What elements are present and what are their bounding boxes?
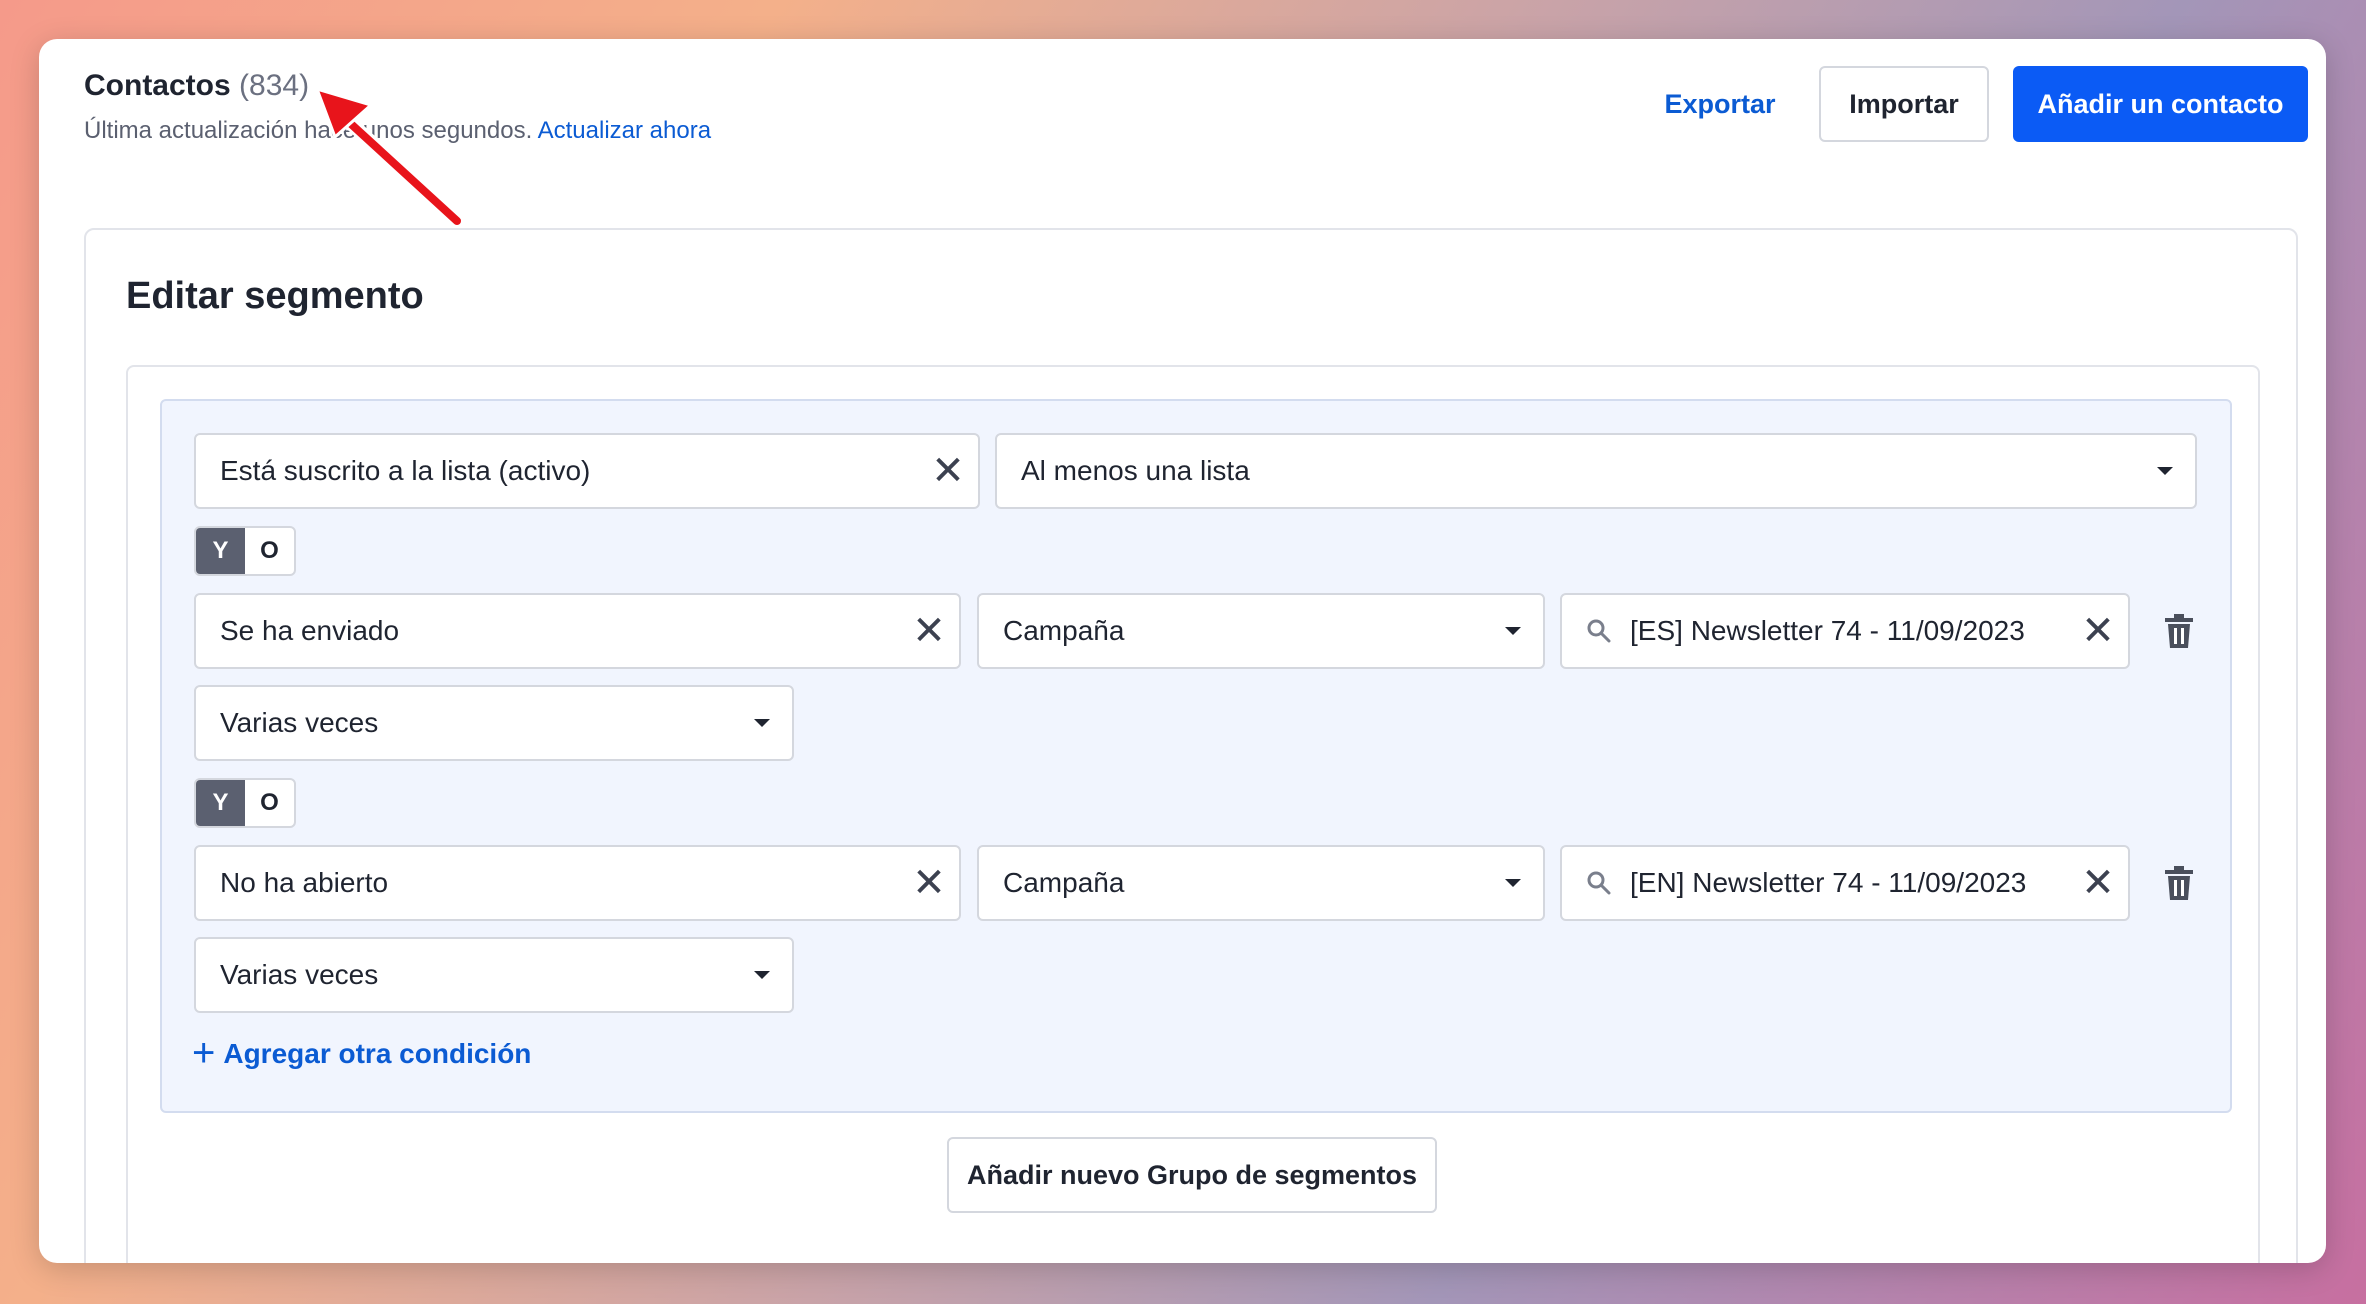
add-condition-label: Agregar otra condición bbox=[223, 1037, 532, 1069]
campaign-search-2[interactable]: [ES] Newsletter 74 - 11/09/2023 ✕ bbox=[1560, 593, 2130, 669]
type-dropdown-2[interactable]: Campaña bbox=[977, 593, 1545, 669]
condition-value-2: Se ha enviado bbox=[220, 615, 400, 646]
trash-icon[interactable] bbox=[2159, 863, 2199, 903]
export-button[interactable]: Exportar bbox=[1635, 66, 1805, 142]
condition-select-2[interactable]: Se ha enviado ✕ bbox=[194, 593, 961, 669]
toggle-or-2[interactable]: O bbox=[245, 780, 294, 826]
toggle-or-1[interactable]: O bbox=[245, 528, 294, 574]
search-icon bbox=[1586, 618, 1616, 644]
condition-value-3: No ha abierto bbox=[220, 867, 389, 898]
type-value-3: Campaña bbox=[1003, 867, 1125, 898]
contacts-count: (834) bbox=[239, 69, 310, 102]
frequency-dropdown-3[interactable]: Varias veces bbox=[194, 937, 794, 1013]
clear-condition-1-icon[interactable]: ✕ bbox=[918, 448, 978, 494]
toggle-and-1[interactable]: Y bbox=[196, 528, 245, 574]
segment-group-container: Está suscrito a la lista (activo) ✕ Al m… bbox=[126, 365, 2260, 1263]
condition-select-3[interactable]: No ha abierto ✕ bbox=[194, 845, 961, 921]
toggle-and-2[interactable]: Y bbox=[196, 780, 245, 826]
search-icon bbox=[1586, 870, 1616, 896]
list-option-dropdown[interactable]: Al menos una lista bbox=[995, 433, 2197, 509]
condition-select-1[interactable]: Está suscrito a la lista (activo) ✕ bbox=[194, 433, 980, 509]
clear-campaign-2-icon[interactable]: ✕ bbox=[2068, 608, 2128, 654]
campaign-value-3: [EN] Newsletter 74 - 11/09/2023 bbox=[1630, 867, 2027, 898]
segment-group: Está suscrito a la lista (activo) ✕ Al m… bbox=[160, 399, 2232, 1113]
annotation-arrow-icon bbox=[314, 86, 464, 228]
page-title-text: Contactos bbox=[84, 69, 231, 102]
type-value-2: Campaña bbox=[1003, 615, 1125, 646]
add-condition-link[interactable]: + Agregar otra condición bbox=[192, 1031, 531, 1076]
and-or-toggle-2[interactable]: Y O bbox=[194, 778, 296, 828]
plus-icon: + bbox=[192, 1031, 216, 1075]
chevron-down-icon bbox=[732, 971, 792, 979]
frequency-value-3: Varias veces bbox=[220, 959, 379, 990]
clear-campaign-3-icon[interactable]: ✕ bbox=[2068, 860, 2128, 906]
add-contact-button[interactable]: Añadir un contacto bbox=[2013, 66, 2308, 142]
page-title: Contactos (834) bbox=[84, 69, 309, 103]
chevron-down-icon bbox=[1483, 879, 1543, 887]
chevron-down-icon bbox=[1483, 627, 1543, 635]
contacts-card: Contactos (834) Última actualización hac… bbox=[39, 39, 2326, 1263]
campaign-search-3[interactable]: [EN] Newsletter 74 - 11/09/2023 ✕ bbox=[1560, 845, 2130, 921]
add-segment-group-button[interactable]: Añadir nuevo Grupo de segmentos bbox=[947, 1137, 1437, 1213]
edit-segment-panel: Editar segmento Está suscrito a la lista… bbox=[84, 228, 2298, 1263]
type-dropdown-3[interactable]: Campaña bbox=[977, 845, 1545, 921]
refresh-now-link[interactable]: Actualizar ahora bbox=[538, 117, 711, 144]
frequency-dropdown-2[interactable]: Varias veces bbox=[194, 685, 794, 761]
clear-condition-3-icon[interactable]: ✕ bbox=[899, 860, 959, 906]
list-option-value: Al menos una lista bbox=[1021, 455, 1250, 486]
import-button[interactable]: Importar bbox=[1819, 66, 1989, 142]
chevron-down-icon bbox=[2135, 467, 2195, 475]
edit-segment-title: Editar segmento bbox=[126, 275, 424, 317]
campaign-value-2: [ES] Newsletter 74 - 11/09/2023 bbox=[1630, 615, 2025, 646]
trash-icon[interactable] bbox=[2159, 611, 2199, 651]
frequency-value-2: Varias veces bbox=[220, 707, 379, 738]
and-or-toggle-1[interactable]: Y O bbox=[194, 526, 296, 576]
chevron-down-icon bbox=[732, 719, 792, 727]
condition-value-1: Está suscrito a la lista (activo) bbox=[220, 455, 591, 486]
clear-condition-2-icon[interactable]: ✕ bbox=[899, 608, 959, 654]
